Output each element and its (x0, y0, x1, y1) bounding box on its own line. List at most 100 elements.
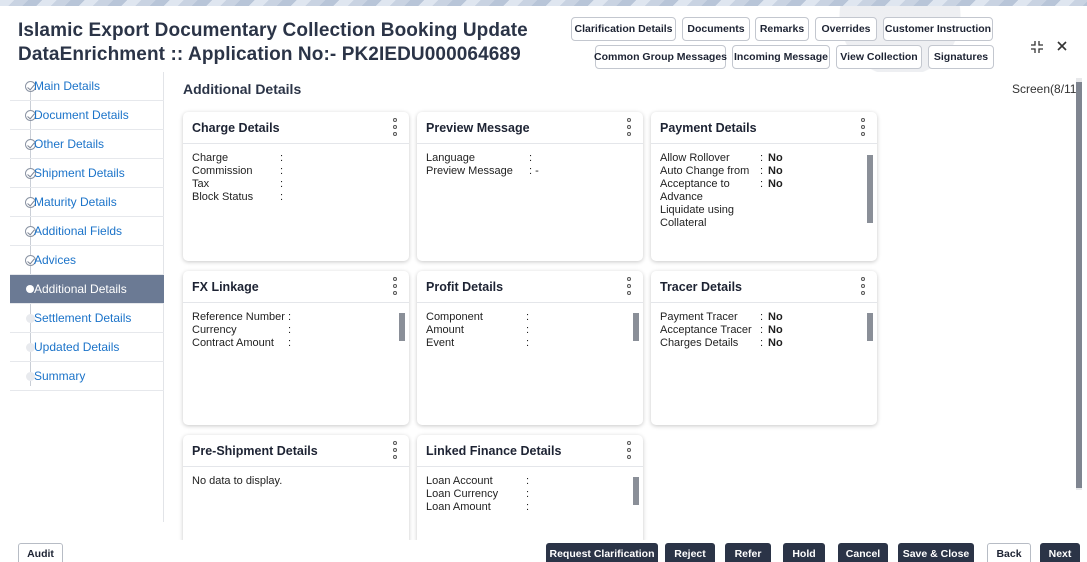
more-options-icon[interactable] (627, 118, 631, 136)
pre-shipment-details-card: Pre-Shipment Details No data to display. (183, 435, 409, 545)
field-row: Loan Currency: (426, 488, 631, 501)
sidebar-item-label: Document Details (34, 108, 129, 122)
sidebar-item-main-details[interactable]: Main Details (10, 72, 164, 101)
field-row: Amount: (426, 324, 631, 337)
card-scrollbar[interactable] (399, 307, 405, 347)
field-separator: : (760, 178, 764, 190)
more-options-icon[interactable] (393, 441, 397, 459)
field-label: Payment Tracer (660, 311, 738, 323)
sidebar-item-document-details[interactable]: Document Details (10, 101, 164, 130)
field-separator: : (760, 337, 764, 349)
field-label: Allow Rollover (660, 152, 730, 164)
card-header: Pre-Shipment Details (183, 435, 409, 467)
card-body: No data to display. (192, 475, 397, 487)
more-options-icon[interactable] (861, 277, 865, 295)
field-separator: : (288, 311, 292, 323)
field-label: Component (426, 311, 483, 323)
audit-button[interactable]: Audit (18, 543, 63, 562)
field-separator: : (288, 324, 292, 336)
field-value: No (768, 324, 783, 336)
sidebar-item-maturity-details[interactable]: Maturity Details (10, 188, 164, 217)
sidebar-item-label: Additional Details (34, 282, 127, 296)
incoming-message-button[interactable]: Incoming Message (732, 45, 830, 69)
card-body: Payment Tracer: No Acceptance Tracer: No C… (660, 311, 865, 350)
more-options-icon[interactable] (861, 118, 865, 136)
page-scrollbar[interactable] (1076, 78, 1082, 490)
field-row: Preview Message: - (426, 165, 631, 178)
sidebar-item-shipment-details[interactable]: Shipment Details (10, 159, 164, 188)
card-title: FX Linkage (192, 280, 259, 294)
field-label: Block Status (192, 191, 254, 203)
card-scrollbar[interactable] (867, 148, 873, 230)
field-separator: : (760, 165, 764, 177)
sidebar-item-label: Shipment Details (34, 166, 125, 180)
card-body: Component: Amount: Event: (426, 311, 631, 350)
field-separator: : (760, 324, 764, 336)
sidebar-item-label: Other Details (34, 137, 105, 151)
customer-instruction-button[interactable]: Customer Instruction (883, 17, 993, 41)
overrides-button[interactable]: Overrides (815, 17, 877, 41)
card-header: Profit Details (417, 271, 643, 303)
sidebar-item-label: Main Details (34, 79, 101, 93)
reject-button[interactable]: Reject (665, 543, 715, 562)
refer-button[interactable]: Refer (725, 543, 771, 562)
field-separator: : (288, 337, 292, 349)
view-collection-button[interactable]: View Collection (836, 45, 922, 69)
save-close-button[interactable]: Save & Close (898, 543, 974, 562)
field-value: No (768, 337, 783, 349)
card-scrollbar[interactable] (867, 307, 873, 347)
field-row: Block Status: (192, 191, 397, 204)
card-header: Charge Details (183, 112, 409, 144)
field-label: Preview Message (426, 165, 513, 177)
field-row: Reference Number: (192, 311, 397, 324)
card-header: FX Linkage (183, 271, 409, 303)
tracer-details-card: Tracer Details Payment Tracer: No Accepta… (651, 271, 877, 425)
empty-state-text: No data to display. (192, 475, 283, 487)
sidebar-item-label: Updated Details (34, 340, 120, 354)
documents-button[interactable]: Documents (682, 17, 750, 41)
close-icon[interactable] (1056, 40, 1068, 56)
sidebar-item-additional-details[interactable]: Additional Details (10, 275, 164, 304)
step-navigation: Main Details Document Details Other Deta… (10, 72, 164, 522)
common-group-messages-button[interactable]: Common Group Messages (594, 45, 727, 69)
card-body: Allow Rollover: No Auto Change from: No Ac… (660, 152, 865, 230)
sidebar-item-advices[interactable]: Advices (10, 246, 164, 275)
sidebar-item-summary[interactable]: Summary (10, 362, 164, 391)
field-separator: : (529, 152, 533, 164)
field-separator: : (526, 311, 530, 323)
field-label: Loan Account (426, 475, 493, 487)
linked-finance-details-card: Linked Finance Details Loan Account: Loa… (417, 435, 643, 545)
field-row: Tax: (192, 178, 397, 191)
signatures-button[interactable]: Signatures (928, 45, 994, 69)
field-value: No (768, 165, 783, 177)
clarification-details-button[interactable]: Clarification Details (571, 17, 676, 41)
field-label: Amount (426, 324, 464, 336)
sidebar-item-updated-details[interactable]: Updated Details (10, 333, 164, 362)
field-row: Liquidate using (660, 204, 865, 217)
sidebar-item-additional-fields[interactable]: Additional Fields (10, 217, 164, 246)
more-options-icon[interactable] (393, 277, 397, 295)
more-options-icon[interactable] (627, 277, 631, 295)
card-scrollbar[interactable] (633, 471, 639, 511)
field-row: Acceptance to: No (660, 178, 865, 191)
field-label: Tax (192, 178, 210, 190)
remarks-button[interactable]: Remarks (755, 17, 809, 41)
card-scrollbar[interactable] (633, 307, 639, 347)
request-clarification-button[interactable]: Request Clarification (546, 543, 658, 562)
sidebar-item-settlement-details[interactable]: Settlement Details (10, 304, 164, 333)
payment-details-card: Payment Details Allow Rollover: No Auto C… (651, 112, 877, 261)
field-label: Loan Amount (426, 501, 491, 513)
cancel-button[interactable]: Cancel (838, 543, 888, 562)
more-options-icon[interactable] (627, 441, 631, 459)
sidebar-item-other-details[interactable]: Other Details (10, 130, 164, 159)
hold-button[interactable]: Hold (783, 543, 825, 562)
field-row: Collateral (660, 217, 865, 230)
back-button[interactable]: Back (987, 543, 1031, 562)
field-separator (760, 217, 768, 230)
more-options-icon[interactable] (393, 118, 397, 136)
expand-icon[interactable] (1030, 40, 1044, 58)
field-row: Charge: (192, 152, 397, 165)
page-scrollbar-thumb[interactable] (1076, 82, 1082, 488)
card-title: Profit Details (426, 280, 504, 294)
next-button[interactable]: Next (1040, 543, 1080, 562)
